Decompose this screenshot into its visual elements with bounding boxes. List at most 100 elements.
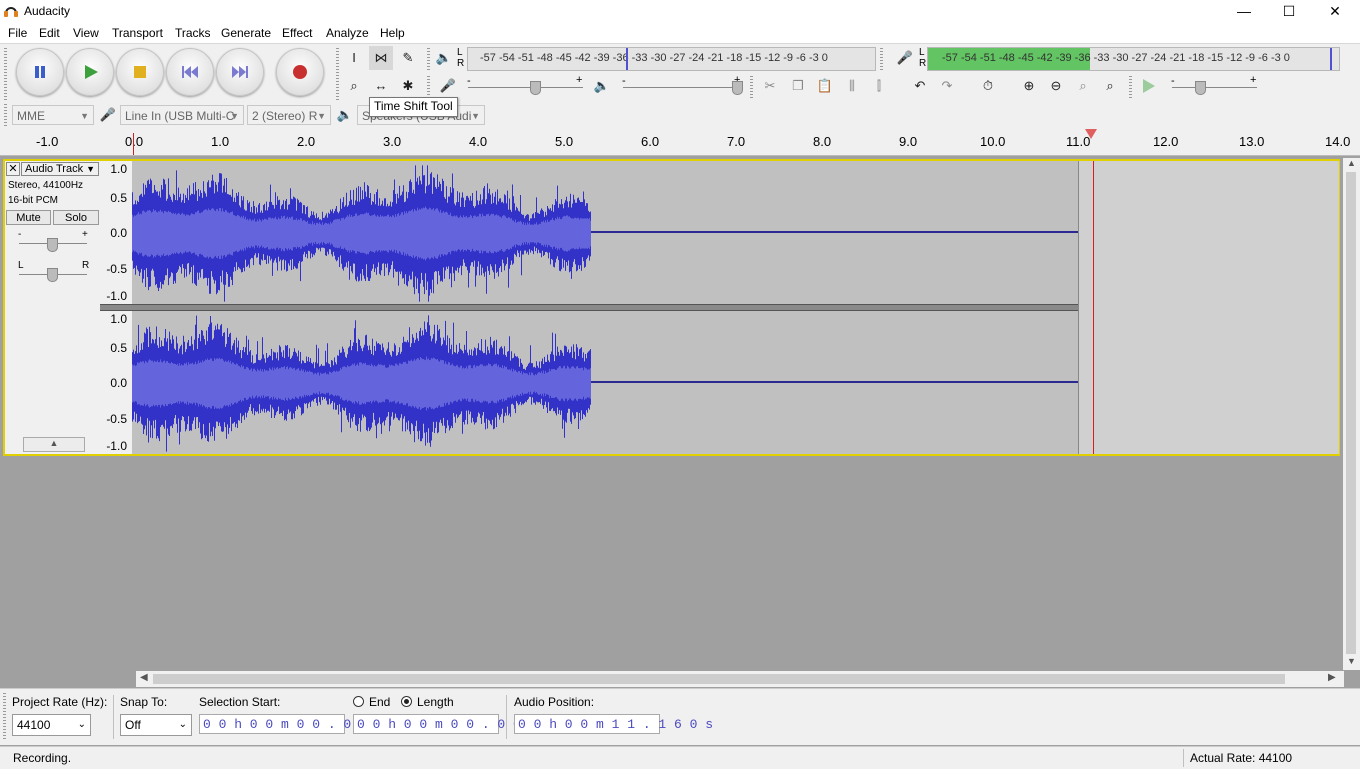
maximize-button[interactable]: ☐ <box>1266 0 1312 23</box>
menu-edit[interactable]: Edit <box>39 26 60 40</box>
menu-effect[interactable]: Effect <box>282 26 312 40</box>
scroll-up-icon[interactable]: ▲ <box>1347 158 1356 168</box>
playback-volume-slider[interactable] <box>623 87 741 88</box>
scale-label: -1.0 <box>106 289 127 303</box>
audio-position-time[interactable]: 0 0 h 0 0 m 1 1 . 1 6 0 s <box>514 714 713 734</box>
menu-analyze[interactable]: Analyze <box>326 26 369 40</box>
track-empty-area[interactable] <box>1078 161 1339 454</box>
playback-meter[interactable]: -57 -54 -51 -48 -45 -42 -39 -36 -33 -30 … <box>467 47 876 71</box>
record-meter-button[interactable]: 🎤 <box>895 46 915 70</box>
horizontal-scroll-thumb[interactable] <box>153 674 1285 684</box>
selection-tool-button[interactable]: I <box>342 46 366 70</box>
menu-tracks[interactable]: Tracks <box>175 26 211 40</box>
redo-button[interactable]: ↷ <box>935 74 959 98</box>
toolbar-grip[interactable] <box>336 48 339 102</box>
minimize-button[interactable]: — <box>1221 0 1267 23</box>
timeline-ruler[interactable]: -1.0 0.0 1.0 2.0 3.0 4.0 5.0 6.0 7.0 8.0… <box>0 129 1360 156</box>
end-radio[interactable] <box>353 696 364 707</box>
sync-lock-button[interactable]: ⏱ <box>976 74 1000 98</box>
record-button[interactable] <box>276 48 324 96</box>
vertical-scrollbar[interactable]: ▲ ▼ <box>1343 158 1360 670</box>
playback-meter-scale: -57 -54 -51 -48 -45 -42 -39 -36 -33 -30 … <box>480 52 828 64</box>
stop-button[interactable] <box>116 48 164 96</box>
horizontal-scrollbar[interactable]: ◀ ▶ <box>136 671 1344 687</box>
fit-project-button[interactable]: ⌕ <box>1098 74 1122 98</box>
fit-selection-button[interactable]: ⌕ <box>1071 74 1095 98</box>
play-button[interactable] <box>66 48 114 96</box>
mute-button[interactable]: Mute <box>6 210 51 225</box>
multi-tool-button[interactable]: ✱ <box>396 74 420 98</box>
time-shift-tool-button[interactable]: ↔ <box>369 74 393 98</box>
track-menu-button[interactable]: Audio Track ▼ <box>21 162 99 176</box>
recording-device-select[interactable]: Line In (USB Multi-C ▼ <box>120 105 244 125</box>
toolbar-grip[interactable] <box>3 693 6 739</box>
pan-slider-thumb[interactable] <box>47 268 58 282</box>
length-radio[interactable] <box>401 696 412 707</box>
playback-meter-button[interactable]: 🔈 <box>434 46 454 70</box>
draw-tool-button[interactable]: ✎ <box>396 46 420 70</box>
collapse-track-button[interactable]: ▲ <box>23 437 85 452</box>
recording-volume-slider[interactable] <box>468 87 583 88</box>
toolbar-grip[interactable] <box>427 76 430 98</box>
chevron-down-icon: ▼ <box>471 111 480 121</box>
track-close-button[interactable]: ✕ <box>6 162 20 176</box>
playback-volume-thumb[interactable] <box>732 81 743 95</box>
recording-volume-thumb[interactable] <box>530 81 541 95</box>
length-radio-label: Length <box>417 695 454 709</box>
toolbar-grip[interactable] <box>750 76 753 98</box>
menu-transport[interactable]: Transport <box>112 26 163 40</box>
zoom-in-button[interactable]: ⊕ <box>1017 74 1041 98</box>
pause-button[interactable] <box>16 48 64 96</box>
channel-2-silence-line <box>591 381 1078 383</box>
recording-device-icon: 🎤 <box>96 103 120 127</box>
zoom-tool-button[interactable]: ⌕ <box>342 74 366 98</box>
gain-slider-thumb[interactable] <box>47 238 58 252</box>
project-rate-select[interactable]: 44100 ⌄ <box>12 714 91 736</box>
scroll-left-icon[interactable]: ◀ <box>140 672 148 683</box>
menu-file[interactable]: File <box>8 26 27 40</box>
paste-button[interactable]: 📋 <box>813 74 837 98</box>
channel-2-waveform <box>132 315 591 452</box>
record-start-marker <box>133 133 134 155</box>
toolbar-grip[interactable] <box>880 48 883 70</box>
toolbar-grip[interactable] <box>4 48 7 102</box>
fit-selection-icon: ⌕ <box>1079 78 1087 93</box>
undo-icon: ↶ <box>914 78 926 93</box>
trim-button[interactable]: ⫼ <box>840 74 864 98</box>
scroll-right-icon[interactable]: ▶ <box>1328 672 1336 683</box>
selection-length-time[interactable]: 0 0 h 0 0 m 0 0 . 0 0 0 s <box>353 714 552 734</box>
play-at-speed-button[interactable] <box>1137 74 1161 98</box>
selection-start-time[interactable]: 0 0 h 0 0 m 0 0 . 0 0 0 s <box>199 714 398 734</box>
slider-minus-label: - <box>622 75 626 87</box>
silence-button[interactable]: ⫿ <box>867 74 891 98</box>
menu-generate[interactable]: Generate <box>221 26 271 40</box>
ruler-tick: 5.0 <box>555 134 574 149</box>
zoom-out-button[interactable]: ⊖ <box>1044 74 1068 98</box>
channel-1-silence-line <box>591 231 1078 233</box>
undo-button[interactable]: ↶ <box>908 74 932 98</box>
playback-speed-thumb[interactable] <box>1195 81 1206 95</box>
vertical-scroll-thumb[interactable] <box>1346 172 1356 654</box>
toolbar-grip[interactable] <box>427 48 430 70</box>
copy-button[interactable]: ❐ <box>786 74 810 98</box>
playback-speed-slider[interactable] <box>1172 87 1257 88</box>
chevron-down-icon: ▼ <box>80 111 89 121</box>
skip-to-start-button[interactable] <box>166 48 214 96</box>
scroll-down-icon[interactable]: ▼ <box>1347 656 1356 666</box>
close-button[interactable]: ✕ <box>1312 0 1358 23</box>
skip-to-end-button[interactable] <box>216 48 264 96</box>
recording-channels-select[interactable]: 2 (Stereo) R ▼ <box>247 105 331 125</box>
solo-button[interactable]: Solo <box>53 210 99 225</box>
play-head-marker-icon <box>1085 129 1097 139</box>
toolbar-grip[interactable] <box>4 104 7 126</box>
scale-label: 0.5 <box>110 191 127 205</box>
toolbar-grip[interactable] <box>1129 76 1132 98</box>
recording-volume-icon-button: 🎤 <box>436 74 460 98</box>
cut-button[interactable]: ✂ <box>758 74 782 98</box>
snap-to-select[interactable]: Off ⌄ <box>120 714 192 736</box>
audio-host-select[interactable]: MME ▼ <box>12 105 94 125</box>
menu-help[interactable]: Help <box>380 26 405 40</box>
envelope-tool-button[interactable]: ⋈ <box>369 46 393 70</box>
record-meter[interactable]: -57 -54 -51 -48 -45 -42 -39 -36 -33 -30 … <box>927 47 1340 71</box>
menu-view[interactable]: View <box>73 26 99 40</box>
